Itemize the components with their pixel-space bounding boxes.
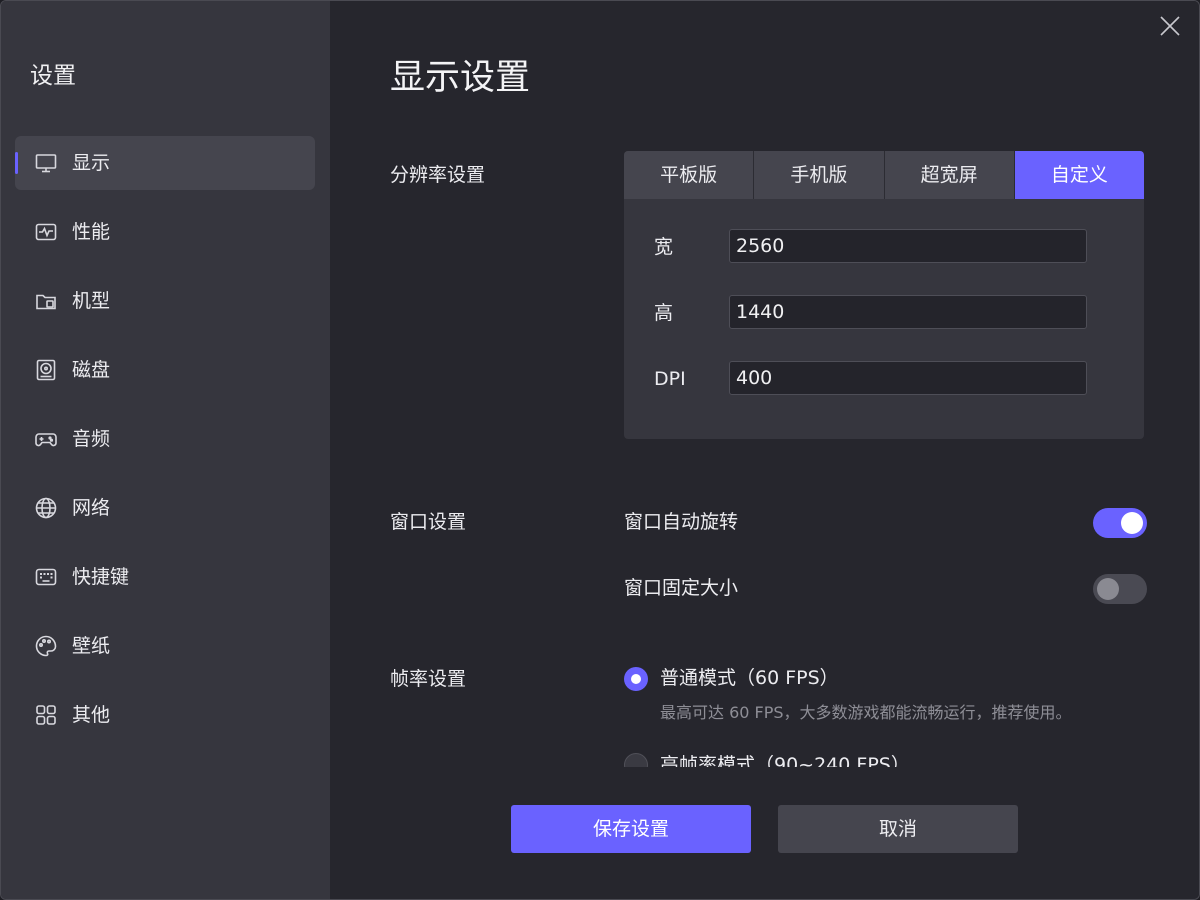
- sidebar-nav: 显示 性能 机型 磁盘 音频 网络 快捷键 壁纸 其他: [15, 136, 315, 757]
- sidebar-item-label: 音频: [72, 428, 111, 450]
- sidebar-item-performance[interactable]: 性能: [15, 205, 315, 259]
- tab-custom[interactable]: 自定义: [1014, 151, 1144, 199]
- high-fps-mode-label: 高帧率模式（90~240 FPS）: [660, 754, 910, 767]
- height-row: 高: [624, 295, 1144, 331]
- dpi-label: DPI: [654, 368, 686, 390]
- device-icon: [34, 289, 58, 313]
- dpi-row: DPI: [624, 361, 1144, 397]
- sidebar-item-display[interactable]: 显示: [15, 136, 315, 190]
- palette-icon: [34, 634, 58, 658]
- grid-icon: [34, 703, 58, 727]
- resolution-tabs: 平板版 手机版 超宽屏 自定义: [624, 151, 1144, 199]
- framerate-section-label: 帧率设置: [390, 668, 467, 690]
- sidebar-item-label: 性能: [72, 221, 111, 243]
- radio-normal-mode[interactable]: [624, 667, 648, 691]
- height-label: 高: [654, 302, 674, 324]
- sidebar-item-label: 快捷键: [72, 566, 130, 588]
- save-button[interactable]: 保存设置: [511, 805, 751, 853]
- sidebar-item-label: 显示: [72, 152, 111, 174]
- dpi-input[interactable]: [729, 361, 1087, 395]
- cancel-button[interactable]: 取消: [778, 805, 1018, 853]
- main-panel: 显示设置 分辨率设置 平板版 手机版 超宽屏 自定义 宽 高 DPI: [330, 1, 1199, 899]
- window-section-label: 窗口设置: [390, 511, 467, 533]
- sidebar-title: 设置: [30, 63, 76, 89]
- width-row: 宽: [624, 229, 1144, 265]
- resolution-section-label: 分辨率设置: [390, 164, 486, 186]
- auto-rotate-toggle[interactable]: [1093, 508, 1147, 538]
- sidebar: 设置 显示 性能 机型 磁盘 音频 网络 快捷键 壁纸 其他: [1, 1, 330, 899]
- sidebar-item-audio[interactable]: 音频: [15, 412, 315, 466]
- width-label: 宽: [654, 236, 674, 258]
- sidebar-item-label: 磁盘: [72, 359, 111, 381]
- normal-mode-desc: 最高可达 60 FPS，大多数游戏都能流畅运行，推荐使用。: [660, 703, 1072, 722]
- performance-icon: [34, 220, 58, 244]
- resolution-panel: 平板版 手机版 超宽屏 自定义 宽 高 DPI: [624, 151, 1144, 439]
- auto-rotate-label: 窗口自动旋转: [624, 511, 739, 533]
- sidebar-item-shortcuts[interactable]: 快捷键: [15, 550, 315, 604]
- sidebar-item-network[interactable]: 网络: [15, 481, 315, 535]
- normal-mode-label: 普通模式（60 FPS）: [660, 667, 839, 689]
- width-input[interactable]: [729, 229, 1087, 263]
- close-button[interactable]: [1157, 13, 1183, 39]
- settings-window: 设置 显示 性能 机型 磁盘 音频 网络 快捷键 壁纸 其他 显示设置 分辨率设…: [0, 0, 1200, 900]
- fixed-size-label: 窗口固定大小: [624, 577, 739, 599]
- fixed-size-toggle[interactable]: [1093, 574, 1147, 604]
- keyboard-icon: [34, 565, 58, 589]
- toggle-knob: [1097, 578, 1119, 600]
- sidebar-item-label: 网络: [72, 497, 111, 519]
- sidebar-item-label: 壁纸: [72, 635, 111, 657]
- globe-icon: [34, 496, 58, 520]
- sidebar-item-disk[interactable]: 磁盘: [15, 343, 315, 397]
- sidebar-item-label: 机型: [72, 290, 111, 312]
- monitor-icon: [34, 151, 58, 175]
- gamepad-icon: [34, 427, 58, 451]
- close-icon: [1160, 16, 1180, 36]
- disk-icon: [34, 358, 58, 382]
- sidebar-item-other[interactable]: 其他: [15, 688, 315, 742]
- toggle-knob: [1121, 512, 1143, 534]
- framerate-scroll-area: 帧率设置 普通模式（60 FPS） 最高可达 60 FPS，大多数游戏都能流畅运…: [330, 661, 1199, 767]
- tab-phone[interactable]: 手机版: [754, 151, 885, 199]
- height-input[interactable]: [729, 295, 1087, 329]
- page-title: 显示设置: [390, 58, 531, 98]
- radio-high-fps-mode[interactable]: [624, 753, 648, 767]
- sidebar-item-wallpaper[interactable]: 壁纸: [15, 619, 315, 673]
- sidebar-item-label: 其他: [72, 704, 111, 726]
- tab-ultrawide[interactable]: 超宽屏: [884, 151, 1015, 199]
- sidebar-item-device[interactable]: 机型: [15, 274, 315, 328]
- tab-tablet[interactable]: 平板版: [624, 151, 755, 199]
